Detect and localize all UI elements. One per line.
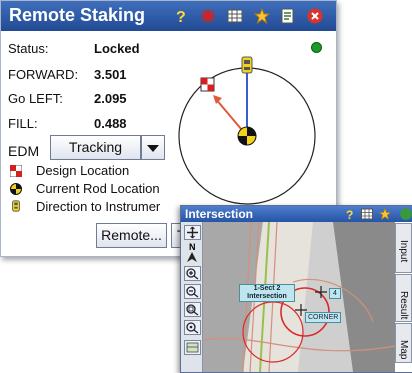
window-title: Remote Staking <box>9 5 146 25</box>
tab-map[interactable]: Map <box>395 323 412 363</box>
intersection-titlebar: Intersection ? <box>181 206 412 222</box>
zoom-window-tool[interactable] <box>184 320 201 335</box>
forward-label: FORWARD: <box>8 67 79 82</box>
map-toolbar: N <box>181 222 203 372</box>
favorite-star-icon[interactable] <box>254 8 270 24</box>
legend-current-rod-location: Current Rod Location <box>36 181 160 196</box>
close-icon[interactable] <box>400 208 412 220</box>
status-value: Locked <box>94 41 140 56</box>
legend-direction-to-instrument: Direction to Instrumer <box>36 199 161 214</box>
tab-map-label: Map <box>398 340 409 360</box>
edm-label: EDM <box>8 143 40 159</box>
north-label: N <box>189 242 196 252</box>
edm-select[interactable]: Tracking <box>50 135 141 160</box>
zoom-out-icon <box>186 286 199 298</box>
zoom-out-tool[interactable] <box>184 284 201 299</box>
svg-text:?: ? <box>346 208 353 220</box>
go-left-value: 2.095 <box>94 91 127 106</box>
rod-location-marker-icon <box>237 126 257 146</box>
edm-dropdown-button[interactable] <box>141 135 165 160</box>
go-left-label: Go LEFT: <box>8 91 63 106</box>
pan-tool[interactable] <box>184 225 201 240</box>
help-icon[interactable]: ? <box>173 8 189 24</box>
staking-graphic <box>178 56 316 205</box>
settings-page-icon[interactable] <box>280 8 296 24</box>
current-rod-location-icon <box>10 183 22 195</box>
pan-arrows-icon <box>187 226 198 239</box>
point-tag: 4 <box>329 288 341 299</box>
zoom-extents-tool[interactable] <box>184 302 201 317</box>
remote-button[interactable]: Remote... <box>96 223 167 248</box>
design-location-marker-icon <box>200 77 215 92</box>
intersection-title: Intersection <box>185 207 254 221</box>
layers-tool[interactable] <box>184 340 201 355</box>
zoom-extents-icon <box>186 304 199 316</box>
remote-staking-titlebar: Remote Staking ? <box>1 1 336 31</box>
corner-tag: CORNER <box>305 312 342 323</box>
north-arrow: N <box>186 242 198 262</box>
map-view[interactable]: 1-Sect 2 Intersection 4 CORNER <box>203 222 395 372</box>
forward-value: 3.501 <box>94 67 127 82</box>
tab-input[interactable]: Input <box>395 223 412 273</box>
map-canvas <box>203 222 395 372</box>
fill-label: FILL: <box>8 116 38 131</box>
help-icon[interactable]: ? <box>343 208 355 220</box>
star-burst-icon[interactable] <box>200 8 216 24</box>
grid-icon[interactable] <box>227 8 243 24</box>
tab-result[interactable]: Result <box>395 274 412 322</box>
intersection-window: Intersection ? 1-Sect 2 Intersection 4 C… <box>180 205 412 373</box>
tab-input-label: Input <box>398 240 409 263</box>
zoom-in-tool[interactable] <box>184 266 201 281</box>
north-arrow-icon <box>187 252 197 262</box>
zoom-window-icon <box>186 322 199 334</box>
zoom-in-icon <box>186 268 199 280</box>
legend-design-location: Design Location <box>36 163 130 178</box>
grid-icon[interactable] <box>361 208 373 220</box>
favorite-star-icon[interactable] <box>379 208 391 220</box>
fill-value: 0.488 <box>94 116 127 131</box>
intersection-tag: 1-Sect 2 Intersection <box>239 284 295 302</box>
instrument-marker-icon <box>241 56 253 74</box>
design-location-icon <box>10 165 22 177</box>
svg-text:?: ? <box>176 9 186 24</box>
direction-to-instrument-icon <box>12 200 20 212</box>
layers-icon <box>186 342 199 353</box>
close-icon[interactable] <box>307 8 323 24</box>
chevron-down-icon <box>147 145 159 152</box>
status-label: Status: <box>8 41 49 56</box>
tab-result-label: Result <box>398 291 409 320</box>
